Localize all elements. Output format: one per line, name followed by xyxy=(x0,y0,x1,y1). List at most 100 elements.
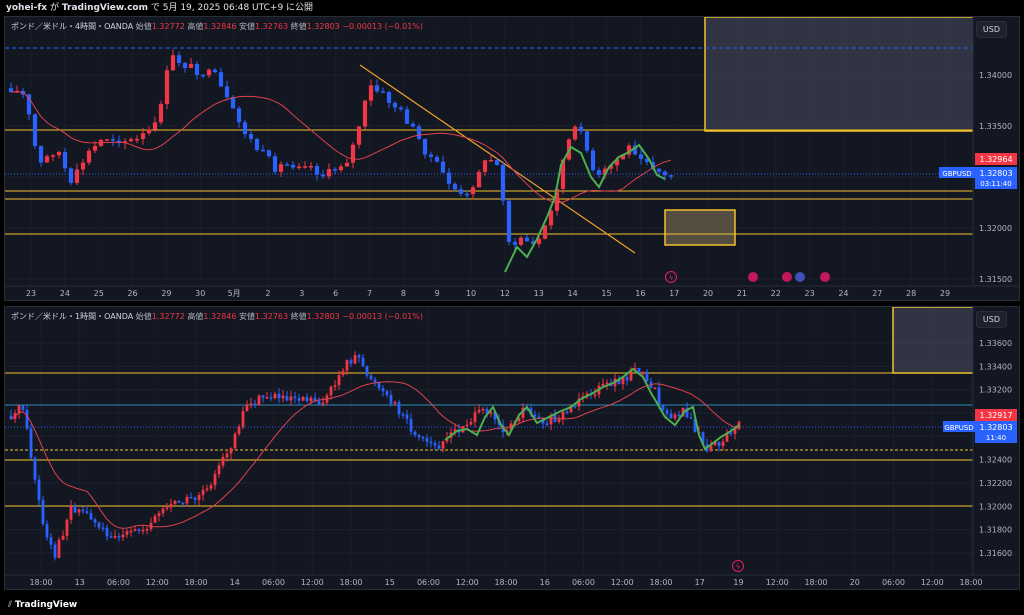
candle-body xyxy=(369,375,373,380)
candle-body xyxy=(464,193,470,196)
candle-body xyxy=(404,109,410,124)
candle-body xyxy=(721,441,725,447)
currency-button[interactable]: USD xyxy=(975,21,1007,38)
candle-body xyxy=(653,387,657,389)
candle-body xyxy=(377,382,381,389)
candle-body xyxy=(253,403,257,406)
candle-body xyxy=(281,395,285,399)
time-axis-label: 18:00 xyxy=(959,578,982,587)
candle-body xyxy=(385,391,389,396)
price-axis-label: 1.32000 xyxy=(979,502,1012,511)
legend-open-label: 始値 xyxy=(135,312,152,321)
time-axis-label: 12:00 xyxy=(766,578,789,587)
time-axis-label: 24 xyxy=(60,289,70,298)
price-axis-label: 1.33600 xyxy=(979,339,1012,348)
candle-body xyxy=(661,404,665,411)
candle-body xyxy=(572,126,578,140)
price-axis-label: 1.33500 xyxy=(979,122,1012,131)
candle-body xyxy=(656,168,662,172)
candle-body xyxy=(338,166,344,171)
candle-body xyxy=(188,63,194,68)
time-axis-label: 12:00 xyxy=(146,578,169,587)
candle-body xyxy=(277,393,281,399)
candle-body xyxy=(434,156,440,162)
legend-high-label: 高値 xyxy=(187,312,204,321)
candle-body xyxy=(477,409,481,413)
candle-body xyxy=(157,513,161,517)
candle-body xyxy=(289,396,293,401)
candle-body xyxy=(25,409,29,429)
candle-body xyxy=(665,410,669,414)
price-axis-label: 1.32000 xyxy=(979,224,1012,233)
candle-body xyxy=(273,393,277,399)
candle-body xyxy=(129,530,133,533)
candle-body xyxy=(61,535,65,540)
candle-body xyxy=(433,442,437,446)
candle-body xyxy=(476,171,482,188)
candle-body xyxy=(302,166,308,168)
candle-body xyxy=(669,413,673,419)
tradingview-brand[interactable]: TradingView xyxy=(15,600,77,610)
chart-pane-1h[interactable]: ポンド／米ドル・1時間・OANDA 始値1.32772 高値1.32846 安値… xyxy=(4,306,1020,590)
candle-body xyxy=(321,402,325,405)
candle-body xyxy=(177,500,181,503)
price-axis-label: 1.32200 xyxy=(979,479,1012,488)
countdown-text: 03:11:40 xyxy=(980,180,1011,188)
candle-body xyxy=(213,474,217,486)
time-axis-label: 16 xyxy=(635,289,645,298)
symbol-tag-text: GBPUSD xyxy=(942,170,971,178)
time-axis-label: 06:00 xyxy=(262,578,285,587)
candle-body xyxy=(212,69,218,73)
legend-close-label: 終値 xyxy=(290,22,307,31)
candle-body xyxy=(446,172,452,184)
candle-body xyxy=(489,412,493,414)
legend-high: 1.32846 xyxy=(203,312,237,321)
time-axis-label: 29 xyxy=(161,289,171,298)
candle-body xyxy=(657,387,661,405)
candle-body xyxy=(152,122,158,130)
candle-body xyxy=(200,74,206,77)
candle-body xyxy=(500,165,506,201)
chart-pane-4h[interactable]: ポンド／米ドル・4時間・OANDA 始値1.32772 高値1.32846 安値… xyxy=(4,16,1020,301)
candle-body xyxy=(573,405,577,408)
candle-body xyxy=(32,114,38,146)
candle-body xyxy=(81,509,85,512)
tradingview-logo-icon[interactable]: ⫽ xyxy=(8,600,12,610)
candle-body xyxy=(518,237,524,245)
candle-body xyxy=(293,396,297,399)
candle-body xyxy=(332,169,338,171)
candle-body xyxy=(401,414,405,416)
countdown-text: 11:40 xyxy=(986,434,1006,442)
candle-body xyxy=(89,513,93,520)
candle-body xyxy=(638,154,644,159)
candle-body xyxy=(137,529,141,532)
candle-body xyxy=(441,441,445,449)
time-axis-label: 12 xyxy=(500,289,510,298)
candle-body xyxy=(410,123,416,127)
site-name[interactable]: TradingView.com xyxy=(62,3,148,13)
author-name[interactable]: yohei-fx xyxy=(6,3,47,13)
red-price-tag-text: 1.32917 xyxy=(979,411,1012,420)
time-axis-label: 12:00 xyxy=(456,578,479,587)
candle-body xyxy=(333,385,337,387)
candle-body xyxy=(488,160,494,162)
candle-body xyxy=(44,156,50,163)
legend-title: ポンド／米ドル・4時間・OANDA xyxy=(11,22,134,31)
candle-body xyxy=(229,448,233,454)
candle-body xyxy=(317,400,321,405)
candle-body xyxy=(146,129,152,134)
candle-body xyxy=(62,151,68,169)
price-chart-1h[interactable]: ϟ 1.336001.334001.332001.330001.326001.3… xyxy=(5,307,1019,589)
candle-body xyxy=(469,421,473,425)
currency-button[interactable]: USD xyxy=(975,311,1007,328)
candle-body xyxy=(93,519,97,523)
candle-body xyxy=(140,133,146,139)
candle-body xyxy=(85,511,89,514)
legend-low: 1.32763 xyxy=(255,312,289,321)
supply-zone xyxy=(892,307,976,374)
red-price-tag-text: 1.32964 xyxy=(979,155,1012,164)
time-axis-label: 25 xyxy=(94,289,104,298)
candle-body xyxy=(176,55,182,64)
price-chart-4h[interactable]: ϟ 1.340001.335001.325001.320001.31500 23… xyxy=(5,17,1019,300)
candle-body xyxy=(689,417,693,419)
